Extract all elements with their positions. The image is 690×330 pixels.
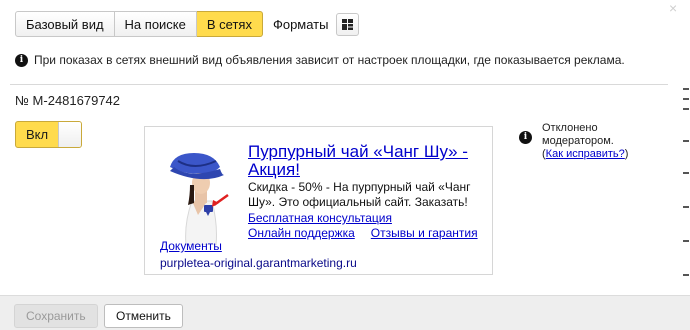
cancel-button[interactable]: Отменить [104, 304, 183, 328]
ad-title-link[interactable]: Пурпурный чай «Чанг Шу» - Акция! [248, 143, 478, 179]
tab-basic-view[interactable]: Базовый вид [15, 11, 115, 37]
sitelink-free-consultation[interactable]: Бесплатная консультация [248, 211, 392, 225]
tab-on-search[interactable]: На поиске [114, 11, 197, 37]
status-close-paren: ) [624, 148, 629, 160]
info-icon: i [15, 53, 28, 67]
ad-sitelinks: Бесплатная консультация Онлайн поддержка… [248, 211, 488, 241]
info-text: При показах в сетях внешний вид объявлен… [34, 53, 625, 67]
toggle-label: Вкл [25, 127, 49, 142]
ad-on-toggle[interactable]: Вкл [15, 121, 82, 148]
tab-in-networks[interactable]: В сетях [196, 11, 263, 37]
background-page-edge [680, 60, 690, 295]
ad-preview: Пурпурный чай «Чанг Шу» - Акция! Скидка … [144, 126, 493, 275]
divider [10, 84, 668, 85]
ad-display-url: purpletea-original.garantmarketing.ru [160, 256, 357, 270]
ad-number: № M-2481679742 [15, 93, 121, 108]
ad-text: Скидка - 50% - На пурпурный чай «Чанг Шу… [248, 180, 471, 209]
save-button[interactable]: Сохранить [14, 304, 98, 328]
toggle-knob[interactable] [58, 122, 81, 147]
how-to-fix-link[interactable]: Как исправить? [546, 148, 625, 160]
ad-docs-link[interactable]: Документы [160, 239, 222, 253]
sitelink-online-support[interactable]: Онлайн поддержка [248, 226, 355, 241]
status-line1: Отклонено [542, 122, 598, 134]
dialog-footer: Сохранить Отменить [0, 295, 690, 330]
status-line2: модератором. [542, 135, 614, 147]
moderation-status: i Отклонено модератором. (Как исправить?… [519, 122, 628, 161]
close-icon[interactable]: × [669, 0, 677, 16]
info-icon: i [519, 131, 532, 144]
layout-grid-icon [342, 18, 354, 30]
formats-button[interactable] [336, 12, 360, 36]
network-info-message: i При показах в сетях внешний вид объявл… [15, 53, 625, 67]
view-tabs: Базовый вид На поиске В сетях Форматы [15, 11, 360, 37]
formats-label: Форматы [272, 16, 329, 32]
ad-image [168, 145, 234, 245]
sitelink-reviews[interactable]: Отзывы и гарантия [371, 226, 478, 241]
